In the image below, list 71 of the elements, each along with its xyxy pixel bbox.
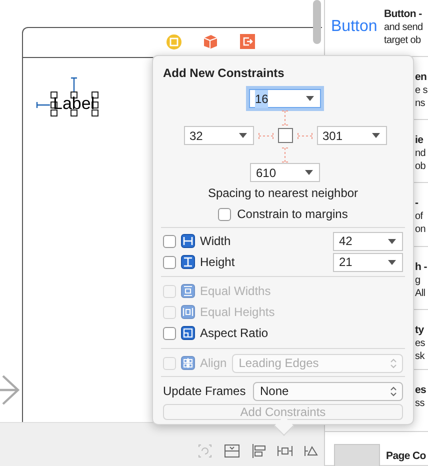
- panel-title: Add New Constraints: [163, 66, 284, 80]
- pin-icon[interactable]: [277, 443, 293, 459]
- item-description: e s: [415, 84, 428, 97]
- label-text: Label: [53, 94, 95, 114]
- left-spacing-field[interactable]: 32: [184, 126, 254, 145]
- item-description: target ob: [384, 34, 422, 47]
- cube-icon[interactable]: [203, 34, 218, 49]
- resolve-icon[interactable]: [304, 443, 320, 459]
- checkbox-label[interactable]: Constrain to margins: [237, 205, 348, 223]
- checkbox-label[interactable]: Aspect Ratio: [200, 324, 268, 342]
- caret-icon: [238, 133, 246, 138]
- checkbox[interactable]: [163, 234, 176, 248]
- right-spacing-field[interactable]: 301: [316, 126, 386, 145]
- caret-icon: [372, 133, 380, 138]
- spacing-strut-icon: [258, 132, 274, 140]
- width-icon: [181, 234, 195, 248]
- aspect-ratio-icon: [181, 326, 195, 340]
- item-description: g: [415, 274, 422, 287]
- checkbox-label[interactable]: Height: [200, 253, 235, 271]
- top-spacing-field[interactable]: 16: [249, 89, 321, 108]
- item-description: on: [415, 223, 426, 236]
- update-frames-popup[interactable]: None: [253, 382, 403, 400]
- caret-icon: [305, 170, 313, 175]
- refresh-icon[interactable]: [197, 443, 213, 459]
- align-icon: [181, 356, 195, 370]
- item-description: sk: [415, 350, 425, 363]
- item-title: ty: [415, 323, 425, 337]
- circle-icon[interactable]: [166, 34, 182, 50]
- field-label: Update Frames: [163, 383, 246, 400]
- arrow-icon[interactable]: [0, 374, 20, 406]
- item-title: -: [415, 196, 420, 210]
- bottom-spacing-field[interactable]: 610: [250, 163, 320, 182]
- item-description: ns: [415, 97, 426, 110]
- equal-heights-icon: [181, 305, 195, 319]
- checkbox[interactable]: [163, 326, 176, 340]
- button-preview: Button: [331, 17, 378, 37]
- caret-icon: [306, 96, 314, 101]
- checkbox[interactable]: [163, 256, 176, 268]
- item-title: ie: [415, 133, 424, 147]
- constant-field[interactable]: 42: [333, 232, 403, 250]
- item-description: nd: [415, 147, 426, 160]
- constant-field[interactable]: 21: [333, 252, 403, 272]
- selection-handles-drawing[interactable]: [36, 77, 100, 117]
- item-description: All: [415, 287, 426, 300]
- exit-icon[interactable]: [240, 34, 255, 49]
- caret-icon: [388, 260, 396, 264]
- caret-icon: [388, 238, 396, 244]
- stepper-icon: [390, 358, 397, 368]
- item-description: ss: [415, 397, 426, 410]
- scrollbar-thumb[interactable]: [313, 0, 321, 44]
- equal-widths-icon: [181, 284, 195, 298]
- item-description: of: [415, 210, 424, 223]
- spacing-strut-icon: [281, 147, 289, 163]
- item-title: Page Co: [386, 449, 426, 463]
- spacing-strut-icon: [281, 110, 289, 126]
- height-icon: [181, 255, 195, 269]
- item-title: en: [415, 70, 428, 84]
- item-title: es: [415, 383, 426, 397]
- item-description: and send: [384, 21, 423, 34]
- spacing-strut-icon: [296, 132, 312, 140]
- spacing-caption: Spacing to nearest neighbor: [206, 186, 360, 201]
- align-icon[interactable]: [251, 443, 267, 459]
- item-title: h -: [415, 260, 427, 274]
- checkbox[interactable]: [218, 208, 232, 220]
- stepper-icon: [390, 386, 397, 396]
- item-title: Button -: [384, 7, 423, 21]
- item-description: ob: [415, 160, 426, 173]
- checkbox-label[interactable]: Width: [200, 232, 231, 250]
- item-description: es: [415, 337, 425, 350]
- stack-icon[interactable]: [224, 443, 240, 459]
- view-square: [278, 128, 292, 143]
